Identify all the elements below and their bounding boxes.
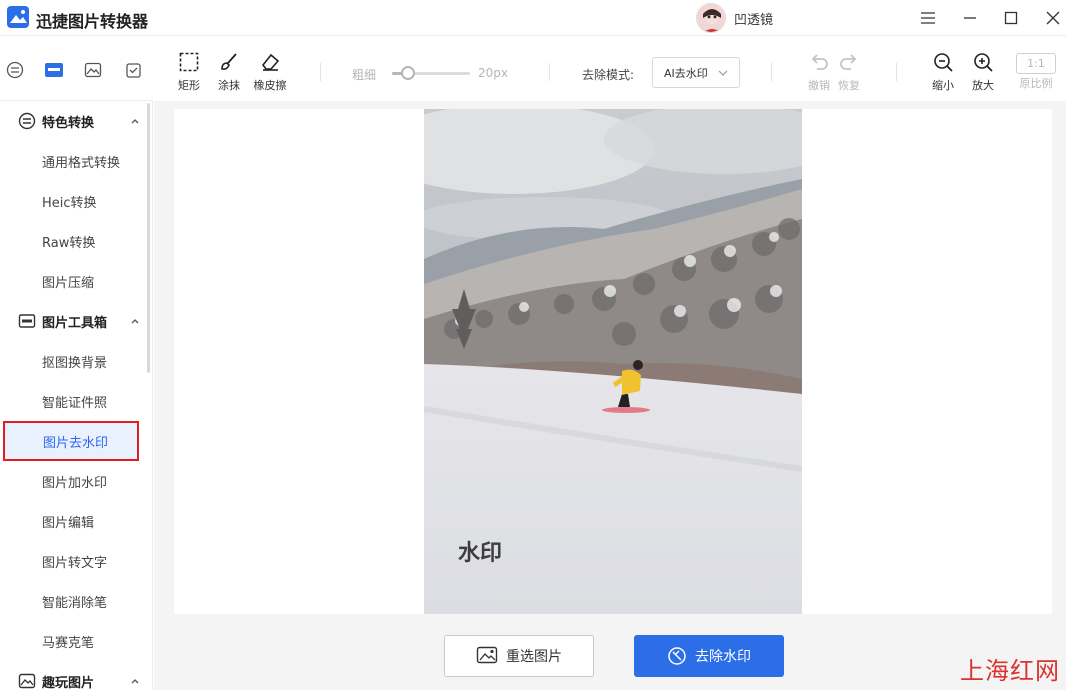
undo-icon	[811, 54, 828, 70]
redo-button[interactable]: 恢复	[829, 49, 869, 99]
menu-icon[interactable]	[916, 6, 940, 30]
sidebar-item-mosaic[interactable]: 马赛克笔	[0, 621, 150, 661]
sidebar-item-heic[interactable]: Heic转换	[0, 181, 150, 221]
toolbar-divider	[771, 63, 772, 81]
zoom-in-icon	[974, 53, 993, 72]
zoom-out-button[interactable]: 缩小	[923, 49, 963, 99]
sidebar-item-raw[interactable]: Raw转换	[0, 221, 150, 261]
brush-icon	[221, 53, 237, 70]
toolbar-divider	[896, 63, 897, 81]
removal-mode-label: 去除模式:	[582, 68, 635, 82]
sidebar-item-eraser-pen[interactable]: 智能消除笔	[0, 581, 150, 621]
sidebar-item-remove-watermark[interactable]: 图片去水印	[3, 421, 139, 461]
convert-category-icon[interactable]	[4, 59, 26, 81]
removal-mode-select[interactable]: AI去水印	[652, 57, 740, 88]
close-icon[interactable]	[1041, 6, 1065, 30]
image-icon	[476, 646, 498, 664]
category-icon-strip	[0, 37, 153, 101]
image-category-icon[interactable]	[82, 59, 104, 81]
sidebar-item-add-watermark[interactable]: 图片加水印	[0, 461, 150, 501]
remove-watermark-icon	[668, 647, 686, 665]
original-ratio-button[interactable]: 1:1	[1016, 53, 1056, 74]
checkbox-category-icon[interactable]	[122, 59, 144, 81]
rect-tool-button[interactable]: 矩形	[169, 49, 209, 99]
photo-image: 水印	[424, 109, 802, 614]
action-bar: 重选图片 去除水印	[154, 621, 1066, 690]
sidebar-item-cutout[interactable]: 抠图换背景	[0, 341, 150, 381]
sidebar-item-general-format[interactable]: 通用格式转换	[0, 141, 150, 181]
section-label: 趣玩图片	[42, 675, 95, 690]
sidebar-item-id-photo[interactable]: 智能证件照	[0, 381, 150, 421]
maximize-icon[interactable]	[999, 6, 1023, 30]
rect-select-icon	[179, 52, 199, 72]
toolbar-divider	[549, 63, 550, 81]
minimize-icon[interactable]	[958, 6, 982, 30]
sidebar-item-edit[interactable]: 图片编辑	[0, 501, 150, 541]
eraser-icon	[261, 53, 280, 71]
chevron-up-icon	[131, 319, 139, 324]
thickness-label: 粗细	[352, 68, 377, 82]
username[interactable]: 凹透镜	[734, 9, 773, 28]
watermark-text[interactable]: 水印	[458, 540, 502, 565]
section-label: 特色转换	[42, 115, 95, 131]
canvas-area: 水印	[154, 101, 1066, 621]
sidebar-item-compress[interactable]: 图片压缩	[0, 261, 150, 301]
smear-tool-button[interactable]: 涂抹	[209, 49, 249, 99]
fun-image-section-icon	[18, 673, 36, 689]
editor-toolbar: 矩形 涂抹 橡皮擦 粗细 20px 去除模式: AI去水印 撤销 恢复 缩小 放…	[154, 37, 1066, 101]
section-fun-images[interactable]: 趣玩图片	[0, 661, 150, 690]
zoom-out-icon	[934, 53, 953, 72]
convert-section-icon	[18, 112, 36, 130]
snowboard-photo[interactable]: 水印	[424, 109, 802, 614]
chevron-up-icon	[131, 119, 139, 124]
section-image-toolbox[interactable]: 图片工具箱	[0, 301, 150, 341]
toolbar-divider	[320, 63, 321, 81]
site-watermark: 上海红网	[960, 657, 1060, 685]
section-label: 图片工具箱	[42, 315, 108, 331]
thickness-value: 20px	[478, 66, 508, 80]
reselect-image-button[interactable]: 重选图片	[444, 635, 594, 677]
eraser-tool-button[interactable]: 橡皮擦	[250, 49, 290, 99]
redo-icon	[840, 54, 857, 70]
chevron-down-icon	[718, 70, 728, 76]
canvas-stage[interactable]: 水印	[174, 109, 1052, 614]
original-ratio-label-wrap: 原比例	[1019, 77, 1053, 90]
app-title: 迅捷图片转换器	[36, 12, 149, 31]
thickness-slider-handle[interactable]	[400, 66, 415, 80]
zoom-in-button[interactable]: 放大	[963, 49, 1003, 99]
chevron-up-icon	[131, 679, 139, 684]
app-logo-icon	[7, 6, 29, 28]
title-bar: 迅捷图片转换器 凹透镜	[0, 0, 1066, 36]
sidebar-item-ocr[interactable]: 图片转文字	[0, 541, 150, 581]
sidebar: 特色转换 通用格式转换 Heic转换 Raw转换 图片压缩 图片工具箱 抠图换背…	[0, 101, 153, 690]
section-featured-conversion[interactable]: 特色转换	[0, 101, 150, 141]
toolbox-category-icon[interactable]	[43, 59, 65, 81]
avatar[interactable]	[696, 3, 726, 33]
remove-watermark-button[interactable]: 去除水印	[634, 635, 784, 677]
toolbox-section-icon	[18, 314, 36, 328]
